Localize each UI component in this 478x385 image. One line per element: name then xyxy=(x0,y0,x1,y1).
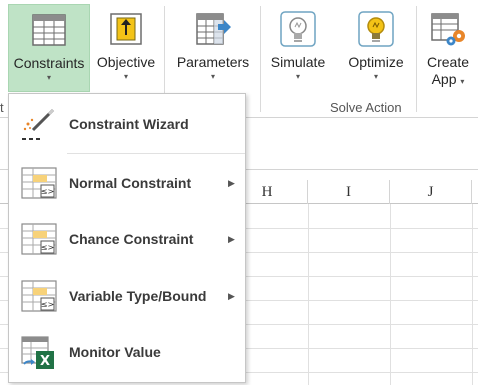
parameters-button[interactable]: Parameters ▾ xyxy=(170,4,256,92)
simulate-button[interactable]: Simulate ▾ xyxy=(266,4,330,92)
optimize-label: Optimize xyxy=(348,54,404,70)
chevron-down-icon: ▾ xyxy=(295,72,300,81)
create-app-button[interactable]: Create App ▾ xyxy=(420,4,476,92)
lightbulb-off-icon xyxy=(279,10,317,48)
menu-item-label: Monitor Value xyxy=(69,344,161,360)
constraint-table-icon: ≤> xyxy=(19,163,59,203)
menu-item-constraint-wizard[interactable]: Constraint Wizard xyxy=(9,99,245,149)
submenu-arrow-icon: ▶ xyxy=(228,233,235,244)
constraints-dropdown-menu: Constraint Wizard ≤> Normal Constraint ▶ xyxy=(8,93,246,383)
group-label-clipped: t xyxy=(0,100,4,115)
target-arrow-icon xyxy=(107,10,145,48)
menu-item-chance-constraint[interactable]: ≤> Chance Constraint ▶ xyxy=(9,214,245,264)
submenu-arrow-icon: ▶ xyxy=(228,177,235,188)
chevron-down-icon: ▾ xyxy=(123,72,128,81)
menu-item-monitor-value[interactable]: X Monitor Value xyxy=(9,327,245,377)
menu-item-variable-type-bound[interactable]: ≤> Variable Type/Bound ▶ xyxy=(9,271,245,321)
svg-text:≤>: ≤> xyxy=(41,243,54,252)
group-label-solve-action: Solve Action xyxy=(330,100,402,115)
chevron-down-icon: ▾ xyxy=(460,77,465,86)
svg-text:≤>: ≤> xyxy=(41,300,54,309)
menu-item-label: Constraint Wizard xyxy=(69,116,189,132)
parameters-icon xyxy=(194,10,232,48)
create-app-label: Create App ▾ xyxy=(426,54,470,87)
simulate-label: Simulate xyxy=(270,54,326,70)
svg-text:X: X xyxy=(40,354,50,369)
constraints-label: Constraints xyxy=(13,55,85,71)
submenu-arrow-icon: ▶ xyxy=(228,290,235,301)
optimize-button[interactable]: Optimize ▾ xyxy=(340,4,412,92)
column-header-i[interactable]: I xyxy=(308,180,390,204)
svg-text:≤>: ≤> xyxy=(41,187,54,196)
grid-line xyxy=(308,204,309,385)
chevron-down-icon: ▾ xyxy=(46,73,51,82)
parameters-label: Parameters xyxy=(176,54,250,70)
menu-item-label: Chance Constraint xyxy=(69,231,194,247)
lightbulb-on-icon xyxy=(357,10,395,48)
menu-item-label: Normal Constraint xyxy=(69,175,192,191)
constraint-table-icon: ≤> xyxy=(19,276,59,316)
menu-item-normal-constraint[interactable]: ≤> Normal Constraint ▶ xyxy=(9,158,245,208)
grid-line xyxy=(472,204,473,385)
chevron-down-icon: ▾ xyxy=(210,72,215,81)
constraint-table-icon: ≤> xyxy=(19,219,59,259)
grid-icon xyxy=(30,11,68,49)
column-header-j[interactable]: J xyxy=(390,180,472,204)
chevron-down-icon: ▾ xyxy=(373,72,378,81)
ribbon-separator xyxy=(416,6,417,112)
objective-label: Objective xyxy=(96,54,156,70)
menu-item-label: Variable Type/Bound xyxy=(69,288,207,304)
excel-monitor-icon: X xyxy=(19,332,59,372)
ribbon-separator xyxy=(260,6,261,112)
objective-button[interactable]: Objective ▾ xyxy=(92,4,160,92)
create-app-icon xyxy=(429,10,467,48)
constraints-button[interactable]: Constraints ▾ xyxy=(8,4,90,92)
wand-icon xyxy=(19,104,59,144)
grid-line xyxy=(390,204,391,385)
menu-separator xyxy=(67,153,245,154)
